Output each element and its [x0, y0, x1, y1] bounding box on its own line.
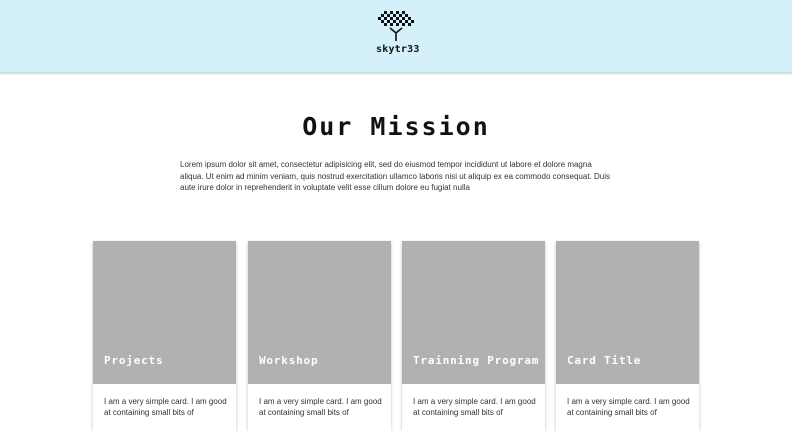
card-text: I am a very simple card. I am good at co…: [259, 397, 382, 417]
card-title: Card Title: [567, 354, 642, 367]
logo-text: skytr33: [376, 44, 420, 55]
card-text: I am a very simple card. I am good at co…: [567, 397, 690, 417]
card-training-program[interactable]: Trainning Program I am a very simple car…: [402, 241, 545, 431]
site-header: skytr33: [0, 0, 792, 73]
card-card-title[interactable]: Card Title I am a very simple card. I am…: [556, 241, 699, 431]
card-title: Projects: [104, 354, 164, 367]
logo-link[interactable]: skytr33: [376, 9, 420, 59]
tree-logo-icon: [378, 11, 414, 41]
card-workshop[interactable]: Workshop I am a very simple card. I am g…: [248, 241, 391, 431]
card-text: I am a very simple card. I am good at co…: [413, 397, 536, 417]
card-title: Trainning Program: [413, 354, 540, 367]
card-projects[interactable]: Projects I am a very simple card. I am g…: [93, 241, 236, 431]
card-text: I am a very simple card. I am good at co…: [104, 397, 227, 417]
mission-body: Lorem ipsum dolor sit amet, consectetur …: [180, 160, 610, 192]
mission-title: Our Mission: [302, 112, 490, 141]
card-title: Workshop: [259, 354, 319, 367]
